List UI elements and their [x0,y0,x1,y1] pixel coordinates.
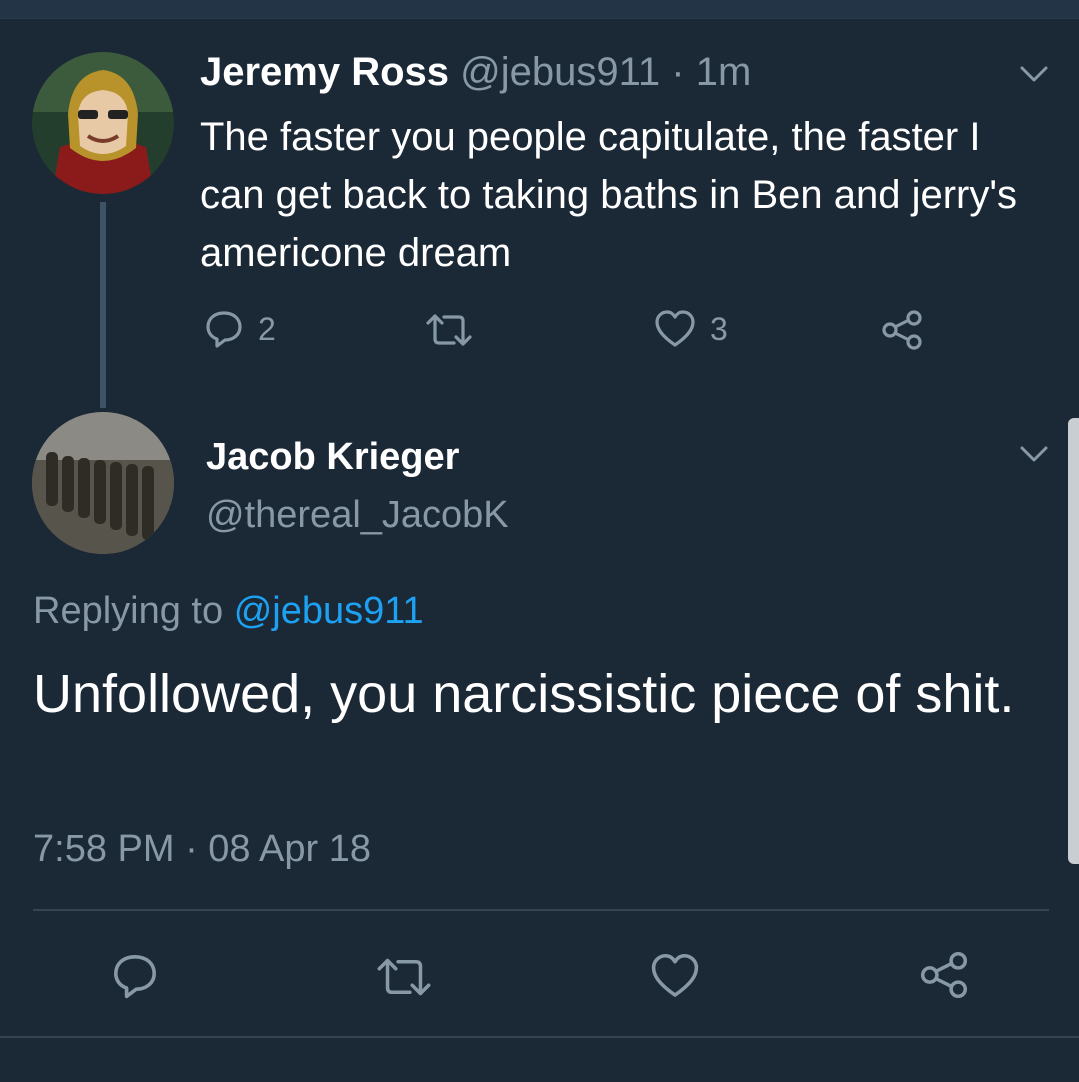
reply-icon [206,311,242,348]
tweet1-share-button[interactable] [880,309,924,351]
chevron-down-icon[interactable] [1019,444,1049,464]
divider [33,909,1049,911]
like-icon [655,310,695,347]
tweet1-separator: · [660,50,696,94]
tweet2-like-button[interactable] [650,952,700,1000]
tweet1-like-count: 3 [710,310,728,347]
tweet1-retweet-button[interactable] [424,313,474,347]
thread-line [100,202,106,408]
tweet1-header: Jeremy Ross @jebus911 · 1m [200,50,751,95]
chevron-down-icon[interactable] [1019,64,1049,84]
tweet2-text: Unfollowed, you narcissistic piece of sh… [33,664,1015,724]
retweet-icon [426,314,472,346]
like-icon [651,953,699,997]
tweet1-reply-count: 2 [258,310,276,347]
tweet1-reply-button[interactable]: 2 [204,309,276,349]
scrollbar[interactable] [1068,418,1079,864]
tweet2-timestamp: 7:58 PM · 08 Apr 18 [33,828,371,870]
avatar-jacob-krieger[interactable] [32,412,174,554]
tweet1-time[interactable]: 1m [696,50,752,94]
tweet1-like-button[interactable]: 3 [654,309,728,349]
top-bar [0,0,1079,19]
retweet-icon [377,958,431,996]
avatar-jeremy-ross[interactable] [32,52,174,194]
replying-to-mention[interactable]: @jebus911 [234,590,424,632]
bottom-divider [0,1036,1079,1038]
tweet2-author-name[interactable]: Jacob Krieger [206,436,459,479]
tweet2-reply-button[interactable] [110,952,160,1000]
replying-to-label: Replying to [33,590,224,632]
share-icon [920,951,968,999]
tweet1-author-handle[interactable]: @jebus911 [460,50,660,94]
tweet1-text: The faster you people capitulate, the fa… [200,115,1018,275]
replying-to-line: Replying to @jebus911 [33,590,424,633]
tweet2-retweet-button[interactable] [374,957,434,997]
tweet2-author-handle[interactable]: @thereal_JacobK [206,494,509,537]
share-icon [882,310,922,350]
tweet2-share-button[interactable] [918,950,970,1000]
tweet1-author-name[interactable]: Jeremy Ross [200,50,449,94]
reply-icon [114,955,156,999]
